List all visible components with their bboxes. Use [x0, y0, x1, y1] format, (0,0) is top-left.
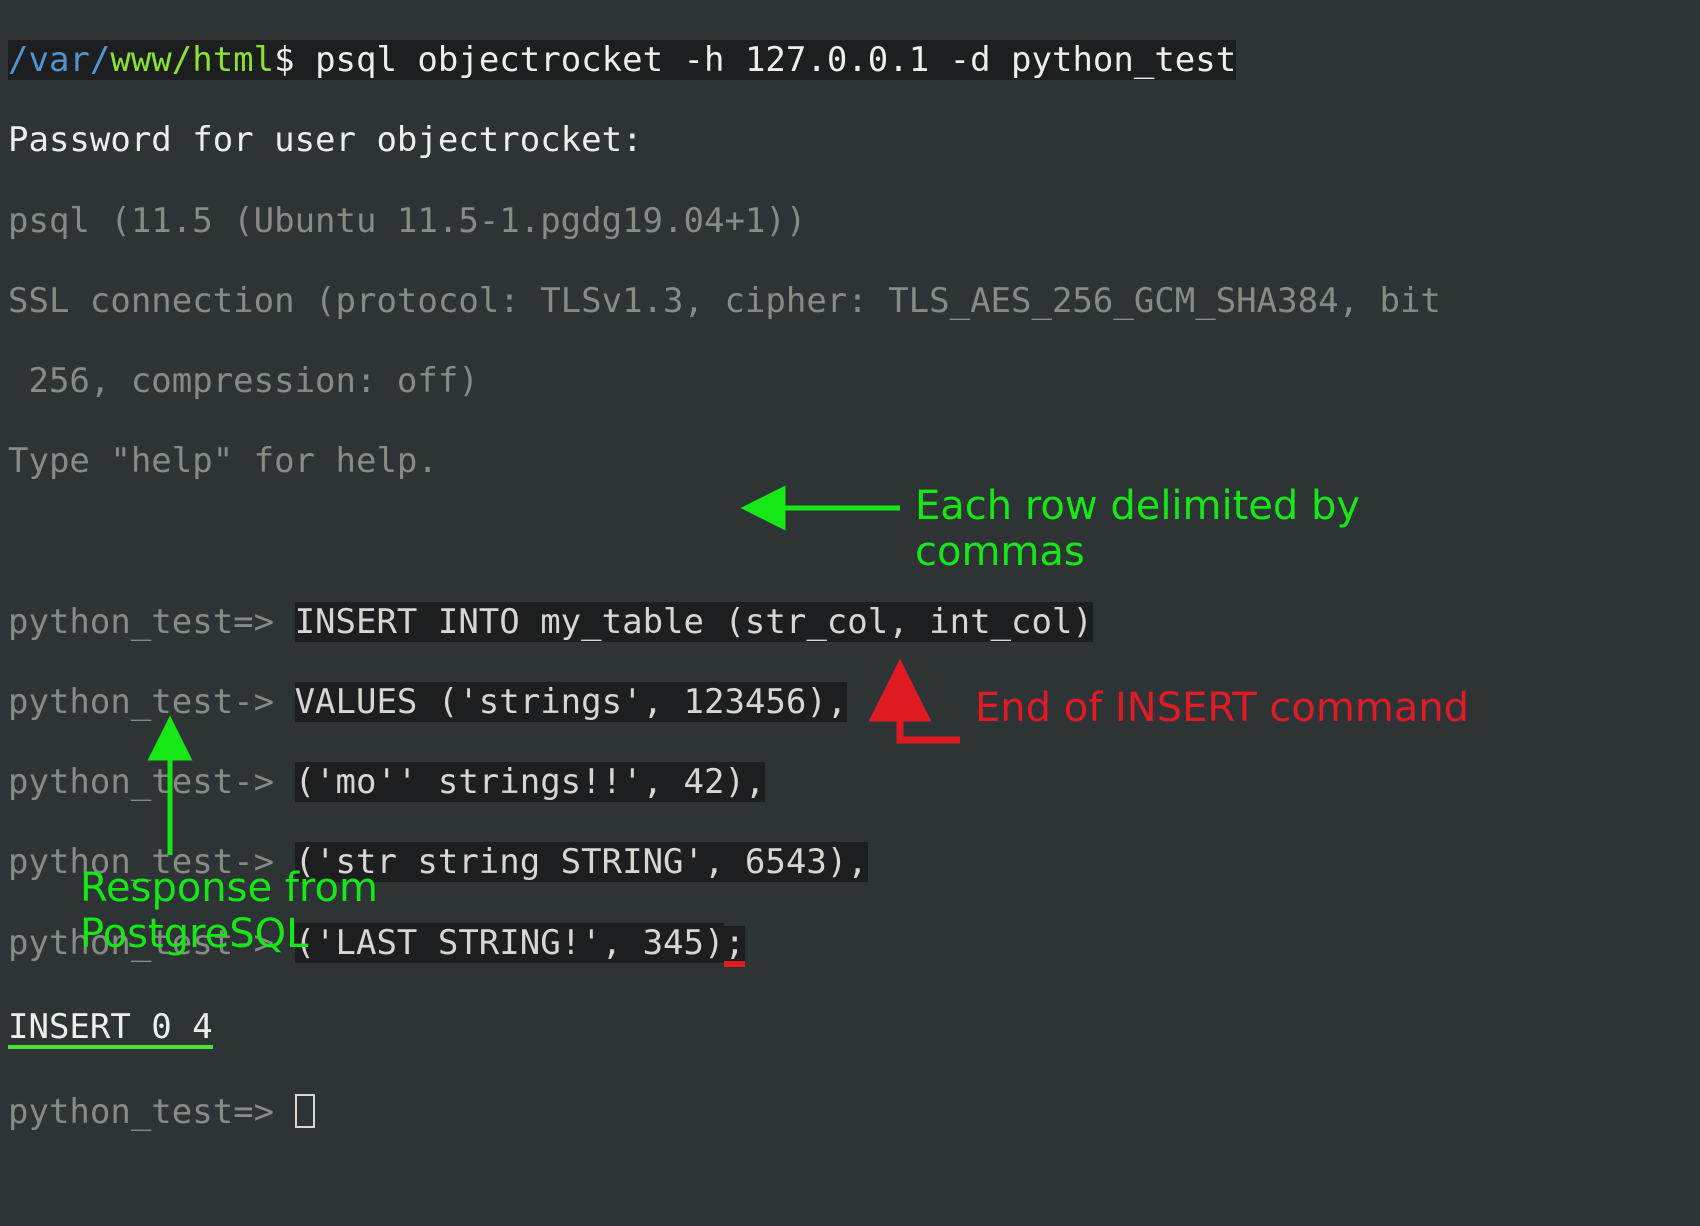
sql-insert-1: INSERT INTO my_table (str_col, int_col)	[295, 602, 1093, 642]
psql-prompt: python_test=>	[8, 602, 295, 642]
prompt-dollar: $	[274, 40, 294, 80]
anno-row-delim: Each row delimited by commas	[915, 483, 1475, 575]
sql-values: VALUES ('strings', 123456),	[295, 682, 848, 722]
psql-cont-prompt: python_test->	[8, 762, 295, 802]
sql-line-1: python_test=> INSERT INTO my_table (str_…	[8, 602, 1692, 642]
help-line: Type "help" for help.	[8, 441, 1692, 481]
psql-command: psql objectrocket -h 127.0.0.1 -d python…	[295, 40, 1237, 80]
sql-line-3: python_test-> ('mo'' strings!!', 42),	[8, 762, 1692, 802]
psql-cont-prompt: python_test->	[8, 682, 295, 722]
sql-row-2: ('mo'' strings!!', 42)	[295, 762, 745, 802]
psql-prompt-final: python_test=>	[8, 1092, 295, 1132]
sql-semicolon: ;	[724, 926, 744, 967]
anno-response: Response from PostgreSQL	[80, 865, 600, 957]
cwd-green: www/html	[110, 40, 274, 80]
psql-version: psql (11.5 (Ubuntu 11.5-1.pgdg19.04+1))	[8, 201, 1692, 241]
cmd-line: /var/www/html$ psql objectrocket -h 127.…	[8, 40, 1692, 80]
insert-result: INSERT 0 4	[8, 1010, 213, 1049]
ssl-line-2: 256, compression: off)	[8, 361, 1692, 401]
insert-result-line: INSERT 0 4	[8, 1007, 1692, 1049]
cwd-blue: /var/	[8, 40, 110, 80]
ssl-line-1: SSL connection (protocol: TLSv1.3, ciphe…	[8, 281, 1692, 321]
cursor[interactable]	[295, 1094, 315, 1128]
sql-row-2-comma: ,	[745, 762, 765, 802]
anno-end-cmd: End of INSERT command	[975, 685, 1535, 731]
password-line: Password for user objectrocket:	[8, 120, 1692, 160]
final-prompt-line: python_test=>	[8, 1089, 1692, 1132]
terminal[interactable]: /var/www/html$ psql objectrocket -h 127.…	[0, 0, 1700, 1173]
